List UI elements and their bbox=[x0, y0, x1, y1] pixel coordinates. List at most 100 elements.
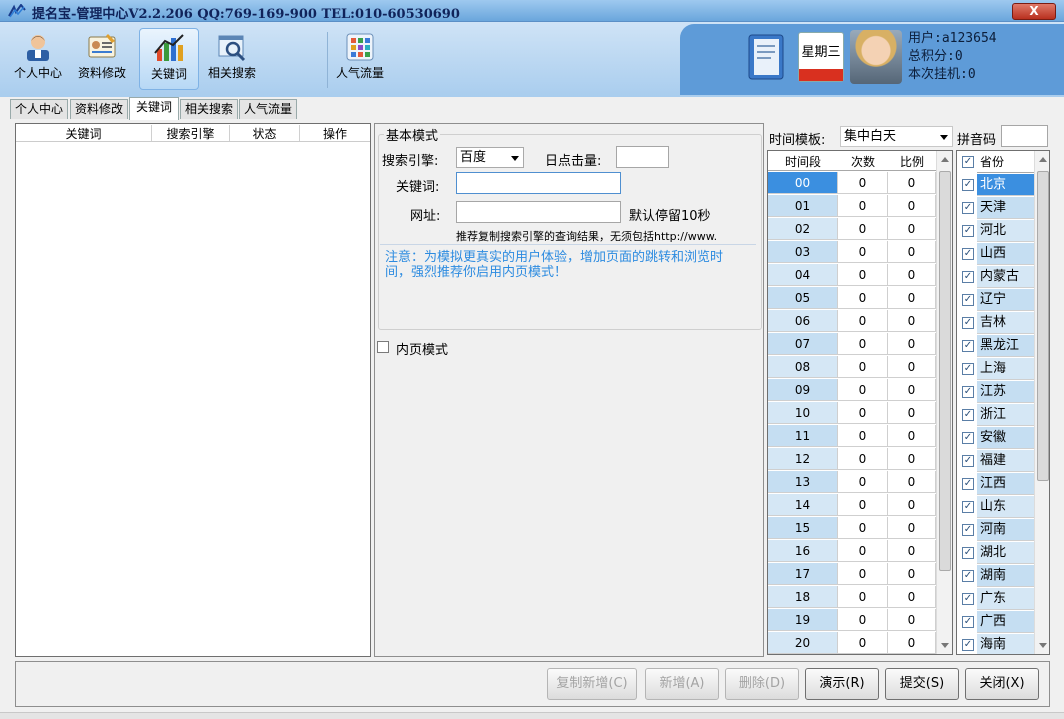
list-item[interactable]: ✓ 吉林 bbox=[957, 312, 1034, 335]
list-item[interactable]: ✓ 山东 bbox=[957, 496, 1034, 519]
list-item[interactable]: ✓ 内蒙古 bbox=[957, 266, 1034, 289]
tab-popularity-traffic[interactable]: 人气流量 bbox=[239, 99, 297, 119]
column-header-keyword[interactable]: 关键词 bbox=[16, 125, 152, 141]
count-cell[interactable]: 0 bbox=[838, 632, 888, 654]
scroll-down-icon[interactable] bbox=[941, 643, 949, 648]
list-item[interactable]: ✓ 江西 bbox=[957, 473, 1034, 496]
keyword-list[interactable]: 关键词 搜索引擎 状态 操作 bbox=[15, 123, 371, 657]
count-cell[interactable]: 0 bbox=[838, 241, 888, 263]
table-row[interactable]: 05 0 0 bbox=[768, 287, 936, 310]
province-checkbox[interactable]: ✓ bbox=[962, 363, 974, 375]
province-checkbox[interactable]: ✓ bbox=[962, 593, 974, 605]
list-item[interactable]: ✓ 福建 bbox=[957, 450, 1034, 473]
table-row[interactable]: 06 0 0 bbox=[768, 310, 936, 333]
table-row[interactable]: 07 0 0 bbox=[768, 333, 936, 356]
ratio-cell[interactable]: 0 bbox=[888, 540, 936, 562]
list-item[interactable]: ✓ 山西 bbox=[957, 243, 1034, 266]
ratio-cell[interactable]: 0 bbox=[888, 218, 936, 240]
column-header-status[interactable]: 状态 bbox=[230, 125, 300, 141]
count-cell[interactable]: 0 bbox=[838, 195, 888, 217]
province-checkbox[interactable]: ✓ bbox=[962, 478, 974, 490]
list-item[interactable]: ✓ 黑龙江 bbox=[957, 335, 1034, 358]
tab-related-search[interactable]: 相关搜索 bbox=[180, 99, 238, 119]
select-all-checkbox[interactable]: ✓ bbox=[962, 156, 974, 168]
list-item[interactable]: ✓ 广西 bbox=[957, 611, 1034, 634]
province-checkbox[interactable]: ✓ bbox=[962, 317, 974, 329]
delete-button[interactable]: 删除(D) bbox=[725, 668, 799, 700]
demo-button[interactable]: 演示(R) bbox=[805, 668, 879, 700]
table-row[interactable]: 15 0 0 bbox=[768, 517, 936, 540]
toolbar-personal-center-button[interactable]: 个人中心 bbox=[10, 28, 66, 90]
province-checkbox[interactable]: ✓ bbox=[962, 524, 974, 536]
ratio-cell[interactable]: 0 bbox=[888, 609, 936, 631]
notebook-icon[interactable] bbox=[745, 33, 787, 81]
count-cell[interactable]: 0 bbox=[838, 333, 888, 355]
ratio-cell[interactable]: 0 bbox=[888, 195, 936, 217]
table-row[interactable]: 01 0 0 bbox=[768, 195, 936, 218]
province-checkbox[interactable]: ✓ bbox=[962, 294, 974, 306]
count-cell[interactable]: 0 bbox=[838, 540, 888, 562]
table-row[interactable]: 17 0 0 bbox=[768, 563, 936, 586]
toolbar-keyword-button[interactable]: 关键词 bbox=[139, 28, 199, 90]
ratio-cell[interactable]: 0 bbox=[888, 586, 936, 608]
ratio-cell[interactable]: 0 bbox=[888, 632, 936, 654]
province-checkbox[interactable]: ✓ bbox=[962, 432, 974, 444]
list-item[interactable]: ✓ 上海 bbox=[957, 358, 1034, 381]
province-checkbox[interactable]: ✓ bbox=[962, 616, 974, 628]
toolbar-popularity-traffic-button[interactable]: 人气流量 bbox=[333, 28, 387, 90]
table-row[interactable]: 16 0 0 bbox=[768, 540, 936, 563]
time-grid-scrollbar[interactable] bbox=[936, 151, 952, 654]
province-checkbox[interactable]: ✓ bbox=[962, 248, 974, 260]
ratio-cell[interactable]: 0 bbox=[888, 517, 936, 539]
ratio-cell[interactable]: 0 bbox=[888, 425, 936, 447]
ratio-cell[interactable]: 0 bbox=[888, 379, 936, 401]
keyword-input[interactable] bbox=[456, 172, 621, 194]
ratio-cell[interactable]: 0 bbox=[888, 241, 936, 263]
ratio-cell[interactable]: 0 bbox=[888, 471, 936, 493]
count-cell[interactable]: 0 bbox=[838, 356, 888, 378]
province-list[interactable]: ✓ 省份 ✓ 北京 ✓ 天津 ✓ 河北 ✓ 山西 ✓ 内蒙古 ✓ 辽宁 ✓ 吉林 ✓ 黑龙江 ✓ 上海 ✓ 江苏 ✓ 浙江… bbox=[956, 150, 1050, 655]
time-template-select[interactable]: 集中白天 bbox=[840, 126, 953, 147]
scrollbar-thumb[interactable] bbox=[1037, 171, 1049, 481]
url-input[interactable] bbox=[456, 201, 621, 223]
count-cell[interactable]: 0 bbox=[838, 471, 888, 493]
scrollbar-thumb[interactable] bbox=[939, 171, 951, 571]
table-row[interactable]: 04 0 0 bbox=[768, 264, 936, 287]
count-cell[interactable]: 0 bbox=[838, 402, 888, 424]
table-row[interactable]: 09 0 0 bbox=[768, 379, 936, 402]
province-scrollbar[interactable] bbox=[1034, 151, 1049, 654]
table-row[interactable]: 02 0 0 bbox=[768, 218, 936, 241]
count-cell[interactable]: 0 bbox=[838, 310, 888, 332]
list-item[interactable]: ✓ 辽宁 bbox=[957, 289, 1034, 312]
list-item[interactable]: ✓ 湖南 bbox=[957, 565, 1034, 588]
count-cell[interactable]: 0 bbox=[838, 287, 888, 309]
count-cell[interactable]: 0 bbox=[838, 494, 888, 516]
inner-page-mode-checkbox[interactable] bbox=[377, 341, 389, 353]
province-checkbox[interactable]: ✓ bbox=[962, 501, 974, 513]
province-checkbox[interactable]: ✓ bbox=[962, 455, 974, 467]
table-row[interactable]: 12 0 0 bbox=[768, 448, 936, 471]
province-checkbox[interactable]: ✓ bbox=[962, 639, 974, 651]
toolbar-profile-edit-button[interactable]: 资料修改 bbox=[74, 28, 130, 90]
count-cell[interactable]: 0 bbox=[838, 172, 888, 194]
close-button[interactable]: 关闭(X) bbox=[965, 668, 1039, 700]
list-item[interactable]: ✓ 安徽 bbox=[957, 427, 1034, 450]
list-item[interactable]: ✓ 浙江 bbox=[957, 404, 1034, 427]
inner-page-mode-label[interactable]: 内页模式 bbox=[396, 339, 448, 358]
ratio-cell[interactable]: 0 bbox=[888, 287, 936, 309]
column-header-action[interactable]: 操作 bbox=[300, 125, 370, 141]
submit-button[interactable]: 提交(S) bbox=[885, 668, 959, 700]
tab-personal-center[interactable]: 个人中心 bbox=[10, 99, 68, 119]
province-checkbox[interactable]: ✓ bbox=[962, 340, 974, 352]
time-slot-grid[interactable]: 时间段 次数 比例 00 0 0 01 0 0 02 0 0 03 0 0 04 0 0 05 0 0 06 0 0 07… bbox=[767, 150, 953, 655]
province-checkbox[interactable]: ✓ bbox=[962, 225, 974, 237]
count-cell[interactable]: 0 bbox=[838, 609, 888, 631]
tab-keyword[interactable]: 关键词 bbox=[129, 97, 179, 120]
table-row[interactable]: 14 0 0 bbox=[768, 494, 936, 517]
list-item[interactable]: ✓ 北京 bbox=[957, 174, 1034, 197]
table-row[interactable]: 00 0 0 bbox=[768, 172, 936, 195]
ratio-cell[interactable]: 0 bbox=[888, 448, 936, 470]
table-row[interactable]: 11 0 0 bbox=[768, 425, 936, 448]
count-cell[interactable]: 0 bbox=[838, 517, 888, 539]
count-cell[interactable]: 0 bbox=[838, 379, 888, 401]
